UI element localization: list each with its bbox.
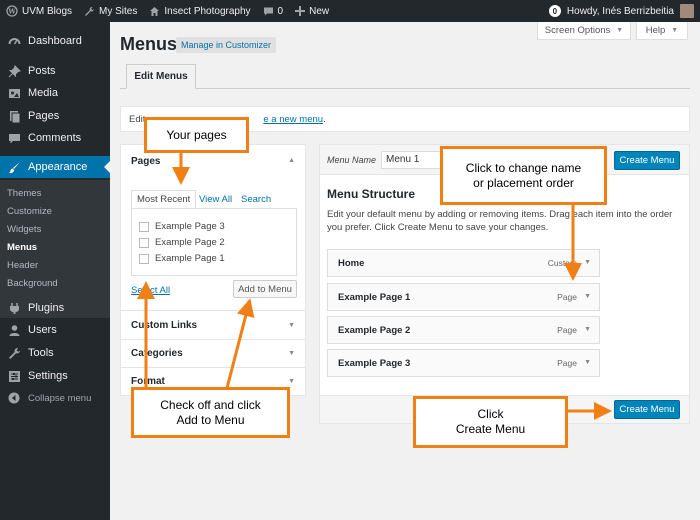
callout-click-create: Click Create Menu xyxy=(413,396,568,448)
arrow-to-add-button xyxy=(225,298,255,389)
annotation-arrows xyxy=(137,153,612,420)
callout-check-off: Check off and click Add to Menu xyxy=(131,387,290,438)
callout-change-name: Click to change name or placement order xyxy=(440,146,607,205)
callout-your-pages: Your pages xyxy=(144,117,249,153)
